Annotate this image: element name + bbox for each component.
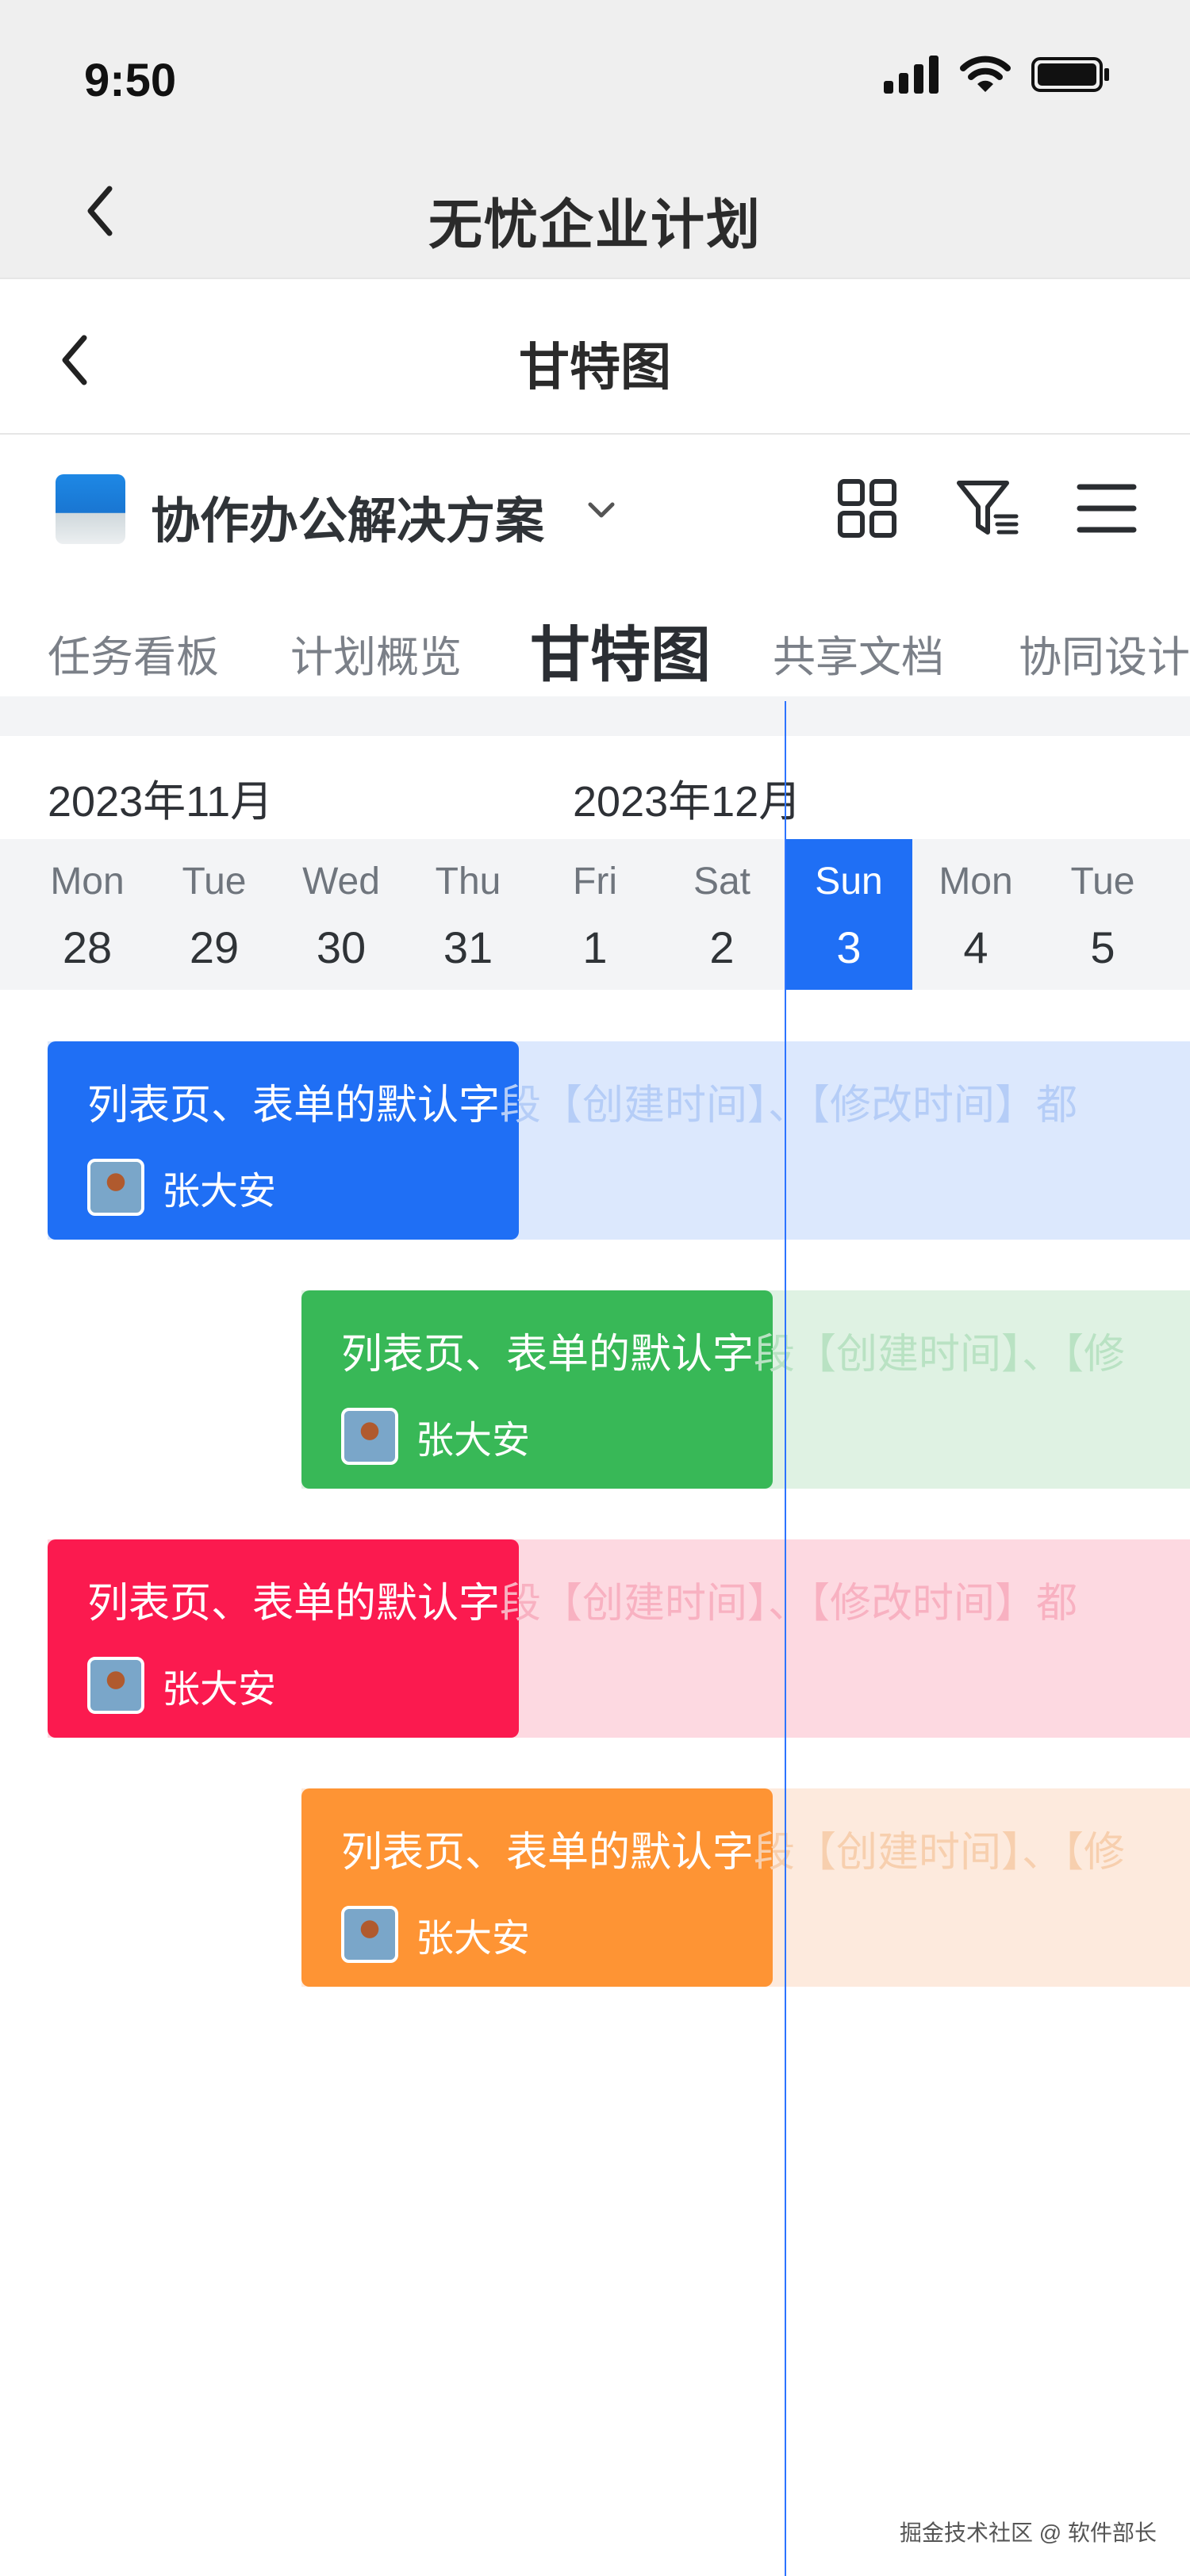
battery-icon	[1031, 57, 1109, 92]
avatar	[87, 1657, 144, 1714]
menu-button[interactable]	[1071, 473, 1142, 544]
gantt-task-bar[interactable]: 列表页、表单的默认字段【创建时间】、【修张大安	[301, 1290, 1190, 1489]
day-date: 29	[189, 922, 240, 972]
app-title: 无忧企业计划	[428, 195, 762, 255]
filter-icon	[957, 481, 1019, 535]
day-cell[interactable]: Mon 4	[912, 839, 1039, 990]
day-cell[interactable]: Mon 28	[24, 839, 151, 990]
task-title-overflow: 段【创建时间】、【修改时间】都	[500, 1083, 1078, 1129]
signal-icon	[884, 56, 939, 94]
app-top-bar: 9:50 无忧企业计划	[0, 0, 1190, 278]
gantt-task-bar[interactable]: 列表页、表单的默认字段【创建时间】、【修改时间】都张大安	[48, 1539, 1190, 1738]
task-title-visible: 列表页、表单的默认字	[87, 1581, 501, 1627]
day-cell[interactable]: Sat 2	[658, 839, 785, 990]
day-cell-today[interactable]: Sun 3	[785, 839, 912, 990]
project-row: 协作办公解决方案	[0, 452, 1190, 563]
task-title-visible: 列表页、表单的默认字	[341, 1332, 754, 1378]
task-title-visible: 列表页、表单的默认字	[87, 1083, 501, 1129]
avatar	[341, 1906, 398, 1963]
month-label: 2023年12月	[573, 778, 802, 826]
tab-bar: 任务看板 计划概览 甘特图 共享文档 协同设计	[0, 603, 1190, 690]
day-name: Sun	[815, 861, 883, 903]
day-name: Tue	[1070, 861, 1135, 903]
gantt-day-row: Mon 28 Tue 29 Wed 30 Thu 31 Fri 1 Sat 2 Sun 3 Mon 4 Tue 5	[0, 839, 1190, 990]
avatar	[87, 1159, 144, 1216]
day-date: 28	[62, 922, 113, 972]
day-date: 3	[836, 922, 862, 972]
assignee-name: 张大安	[416, 1918, 531, 1960]
task-assignee: 张大安	[341, 1408, 530, 1465]
status-time: 9:50	[84, 55, 177, 106]
day-name: Tue	[182, 861, 247, 903]
task-title-overflow: 段【创建时间】、【修	[754, 1830, 1126, 1876]
gantt-task-bar[interactable]: 列表页、表单的默认字段【创建时间】、【修张大安	[301, 1788, 1190, 1987]
page-header: 甘特图	[0, 278, 1190, 435]
task-title-overflow: 段【创建时间】、【修	[754, 1332, 1126, 1378]
day-date: 1	[582, 922, 608, 972]
task-title: 列表页、表单的默认字段【创建时间】、【修改时间】都	[87, 1071, 1077, 1131]
project-selector[interactable]: 协作办公解决方案	[151, 481, 544, 552]
tab-plan-overview[interactable]: 计划概览	[290, 622, 462, 684]
day-name: Fri	[573, 861, 617, 903]
status-icons	[884, 51, 1111, 98]
day-name: Thu	[435, 861, 501, 903]
tab-shared-docs[interactable]: 共享文档	[773, 622, 944, 684]
day-date: 31	[443, 922, 493, 972]
wifi-icon	[960, 56, 1011, 92]
day-name: Mon	[50, 861, 125, 903]
today-line	[785, 701, 786, 2576]
chevron-down-icon[interactable]	[584, 492, 619, 527]
day-date: 2	[709, 922, 735, 972]
grid-icon	[838, 479, 896, 538]
grid-view-button[interactable]	[831, 473, 903, 544]
tab-collab-design[interactable]: 协同设计	[1019, 622, 1190, 684]
project-logo	[56, 474, 125, 544]
task-assignee: 张大安	[87, 1159, 276, 1216]
gantt-divider	[0, 696, 1190, 736]
assignee-name: 张大安	[416, 1420, 531, 1462]
page-title: 甘特图	[519, 339, 671, 396]
task-title: 列表页、表单的默认字段【创建时间】、【修改时间】都	[87, 1570, 1077, 1629]
task-title: 列表页、表单的默认字段【创建时间】、【修	[341, 1321, 1125, 1380]
day-name: Wed	[302, 861, 380, 903]
task-title: 列表页、表单的默认字段【创建时间】、【修	[341, 1819, 1125, 1878]
assignee-name: 张大安	[162, 1171, 277, 1213]
filter-button[interactable]	[952, 473, 1023, 544]
menu-icon	[1077, 484, 1137, 533]
day-cell[interactable]: Fri 1	[532, 839, 658, 990]
task-title-overflow: 段【创建时间】、【修改时间】都	[500, 1581, 1078, 1627]
avatar	[341, 1408, 398, 1465]
tab-task-board[interactable]: 任务看板	[48, 622, 219, 684]
day-cell[interactable]: Tue 29	[151, 839, 278, 990]
gantt-month-row: 2023年11月 2023年12月	[0, 736, 1190, 839]
day-date: 4	[963, 922, 988, 972]
day-cell[interactable]: Wed 30	[278, 839, 405, 990]
watermark: 掘金技术社区 @ 软件部长	[900, 2520, 1157, 2545]
gantt-task-bar[interactable]: 列表页、表单的默认字段【创建时间】、【修改时间】都张大安	[48, 1041, 1190, 1240]
day-name: Sat	[693, 861, 751, 903]
day-cell[interactable]: Thu 31	[405, 839, 532, 990]
assignee-name: 张大安	[162, 1669, 277, 1711]
task-title-visible: 列表页、表单的默认字	[341, 1830, 754, 1876]
day-date: 30	[316, 922, 367, 972]
day-date: 5	[1090, 922, 1115, 972]
day-name: Mon	[939, 861, 1013, 903]
day-cell[interactable]: Tue 5	[1039, 839, 1166, 990]
task-assignee: 张大安	[87, 1657, 276, 1714]
month-label: 2023年11月	[48, 778, 274, 826]
task-assignee: 张大安	[341, 1906, 530, 1963]
tab-gantt[interactable]: 甘特图	[530, 606, 711, 690]
